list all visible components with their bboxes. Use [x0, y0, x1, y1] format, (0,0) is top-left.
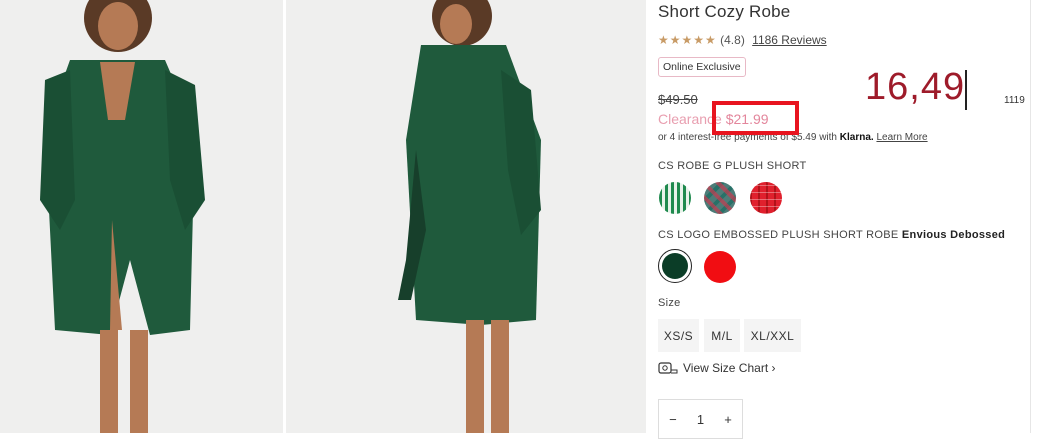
swatch-red[interactable]	[704, 251, 736, 283]
swatch-red-plaid[interactable]	[750, 182, 782, 214]
overlay-side-number: 1119	[1004, 95, 1025, 106]
reviews-link[interactable]: 1186 Reviews	[752, 33, 826, 47]
size-m-l-button[interactable]: M/L	[704, 319, 740, 352]
model-side-illustration	[286, 0, 646, 433]
swatch-teal-plaid[interactable]	[704, 182, 736, 214]
original-price: $49.50	[658, 92, 698, 107]
quantity-minus-button[interactable]: −	[669, 412, 677, 427]
model-front-illustration	[0, 0, 283, 433]
overlay-price: 16,49	[865, 66, 966, 108]
klarna-learn-more-link[interactable]: Learn More	[876, 132, 927, 143]
quantity-value: 1	[696, 411, 705, 427]
tape-measure-icon	[658, 362, 678, 374]
view-size-chart-link[interactable]: View Size Chart ›	[658, 361, 775, 375]
klarna-logo: Klarna.	[839, 132, 874, 143]
product-details-panel: Short Cozy Robe ★★★★★ (4.8) 1186 Reviews…	[646, 0, 1039, 439]
quantity-stepper: − 1 +	[658, 399, 743, 439]
size-xl-xxl-button[interactable]: XL/XXL	[744, 319, 801, 352]
color-selected-name: Envious Debossed	[901, 229, 1006, 241]
pattern-option-label: CS ROBE G PLUSH SHORT	[658, 160, 807, 172]
swatch-green-stripe[interactable]	[659, 182, 691, 214]
size-label: Size	[658, 297, 681, 309]
product-image-front[interactable]	[0, 0, 283, 433]
color-option-name: CS LOGO EMBOSSED PLUSH SHORT ROBE	[658, 229, 899, 241]
swatch-dark-green[interactable]	[662, 253, 688, 279]
product-title: Short Cozy Robe	[658, 2, 791, 21]
page-edge-divider	[1030, 0, 1031, 433]
view-size-chart-label: View Size Chart ›	[683, 361, 776, 375]
online-exclusive-badge: Online Exclusive	[658, 57, 746, 77]
color-option-label: CS LOGO EMBOSSED PLUSH SHORT ROBE Enviou…	[658, 229, 1005, 241]
star-rating-icon: ★★★★★	[658, 33, 717, 47]
text-cursor	[965, 70, 967, 110]
rating-row: ★★★★★ (4.8) 1186 Reviews	[658, 33, 827, 47]
price-highlight-box	[712, 101, 799, 135]
quantity-plus-button[interactable]: +	[724, 412, 732, 427]
rating-value: (4.8)	[720, 33, 745, 47]
size-xs-s-button[interactable]: XS/S	[658, 319, 699, 352]
product-image-side[interactable]	[286, 0, 646, 433]
